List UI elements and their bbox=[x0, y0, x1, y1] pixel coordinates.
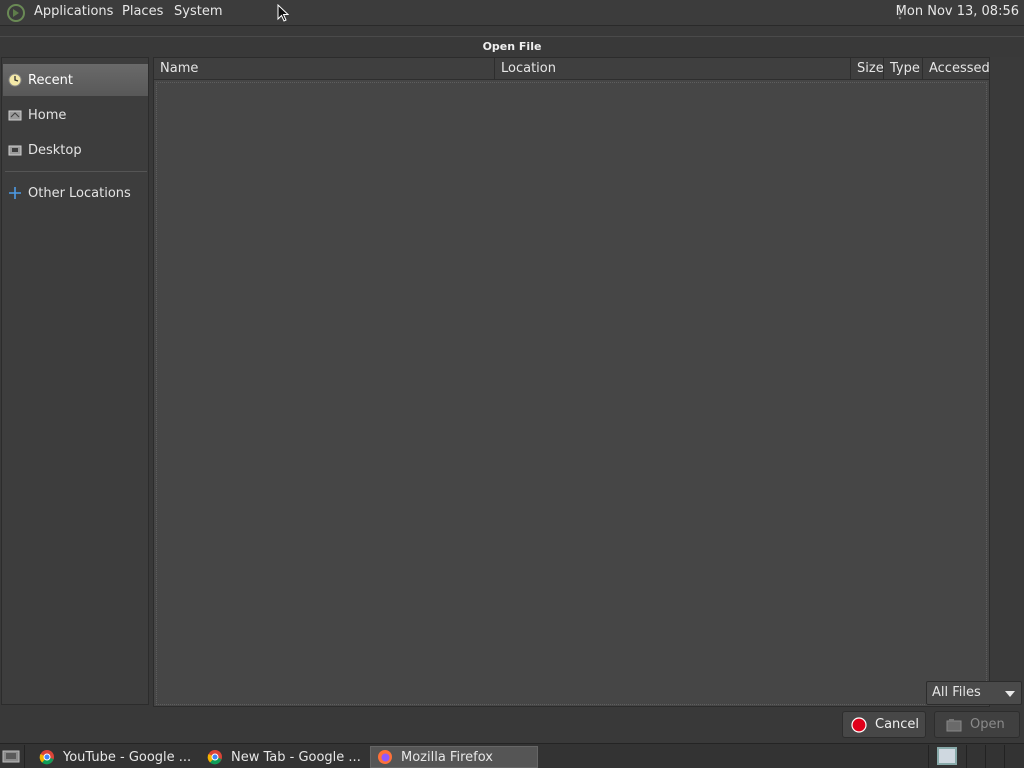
sidebar-divider bbox=[5, 171, 147, 172]
taskbar-separator bbox=[1004, 745, 1005, 768]
mint-logo-icon[interactable] bbox=[6, 3, 26, 23]
task-label: Mozilla Firefox bbox=[401, 749, 493, 765]
folder-open-icon bbox=[946, 718, 962, 731]
desktop-icon bbox=[8, 145, 22, 156]
taskbar: YouTube - Google ... New Tab - Google ..… bbox=[0, 743, 1024, 768]
chrome-icon bbox=[39, 750, 54, 765]
plus-icon bbox=[9, 187, 21, 199]
column-location[interactable]: Location bbox=[495, 58, 851, 80]
system-menu[interactable]: System bbox=[174, 4, 222, 19]
open-button[interactable]: Open bbox=[934, 711, 1020, 738]
open-file-dialog: Open File Recent Home Desktop Other Loca… bbox=[0, 25, 1024, 743]
cancel-label: Cancel bbox=[875, 717, 920, 732]
column-size[interactable]: Size bbox=[851, 58, 884, 80]
file-type-filter[interactable]: All Files bbox=[926, 681, 1022, 705]
taskbar-separator bbox=[24, 745, 25, 768]
column-header: Name Location Size Type Accessed bbox=[154, 58, 990, 80]
workspace-switcher-icon[interactable] bbox=[937, 747, 957, 765]
places-menu[interactable]: Places bbox=[122, 4, 163, 19]
task-newtab-chrome[interactable]: New Tab - Google ... bbox=[201, 746, 369, 768]
sidebar-item-label: Recent bbox=[28, 72, 73, 88]
clock-icon bbox=[8, 73, 22, 87]
file-list[interactable]: Name Location Size Type Accessed bbox=[153, 57, 990, 707]
file-list-empty-area[interactable] bbox=[156, 82, 987, 705]
firefox-icon bbox=[378, 750, 392, 764]
cancel-icon bbox=[851, 716, 867, 733]
cancel-button[interactable]: Cancel bbox=[842, 711, 926, 738]
task-label: New Tab - Google ... bbox=[231, 749, 361, 765]
mouse-pointer-icon bbox=[277, 4, 289, 22]
task-firefox[interactable]: Mozilla Firefox bbox=[370, 746, 538, 768]
right-panel-strip bbox=[990, 57, 1022, 707]
column-type[interactable]: Type bbox=[884, 58, 923, 80]
applications-menu[interactable]: Applications bbox=[34, 4, 113, 19]
task-label: YouTube - Google ... bbox=[63, 749, 192, 765]
show-desktop-icon[interactable] bbox=[2, 748, 20, 764]
task-youtube-chrome[interactable]: YouTube - Google ... bbox=[33, 746, 201, 768]
sidebar-item-label: Home bbox=[28, 107, 67, 123]
taskbar-separator bbox=[966, 745, 967, 768]
sidebar-item-home[interactable]: Home bbox=[3, 99, 148, 131]
filter-selected-label: All Files bbox=[932, 685, 981, 700]
sidebar-item-label: Other Locations bbox=[28, 185, 131, 201]
sidebar-item-recent[interactable]: Recent bbox=[3, 64, 148, 96]
sidebar-item-other-locations[interactable]: Other Locations bbox=[3, 177, 148, 209]
dialog-title: Open File bbox=[0, 36, 1024, 56]
places-sidebar: Recent Home Desktop Other Locations bbox=[1, 57, 149, 705]
open-label: Open bbox=[970, 717, 1005, 732]
column-accessed[interactable]: Accessed bbox=[923, 58, 990, 80]
chrome-icon bbox=[207, 750, 222, 765]
taskbar-separator bbox=[928, 745, 929, 768]
sidebar-item-label: Desktop bbox=[28, 142, 82, 158]
chevron-down-icon bbox=[1005, 691, 1015, 697]
sidebar-item-desktop[interactable]: Desktop bbox=[3, 134, 148, 166]
column-name[interactable]: Name bbox=[154, 58, 495, 80]
top-panel: Applications Places System Mon Nov 13, 0… bbox=[0, 0, 1024, 25]
taskbar-separator bbox=[985, 745, 986, 768]
clock[interactable]: Mon Nov 13, 08:56 bbox=[896, 4, 1019, 19]
home-icon bbox=[8, 110, 22, 121]
